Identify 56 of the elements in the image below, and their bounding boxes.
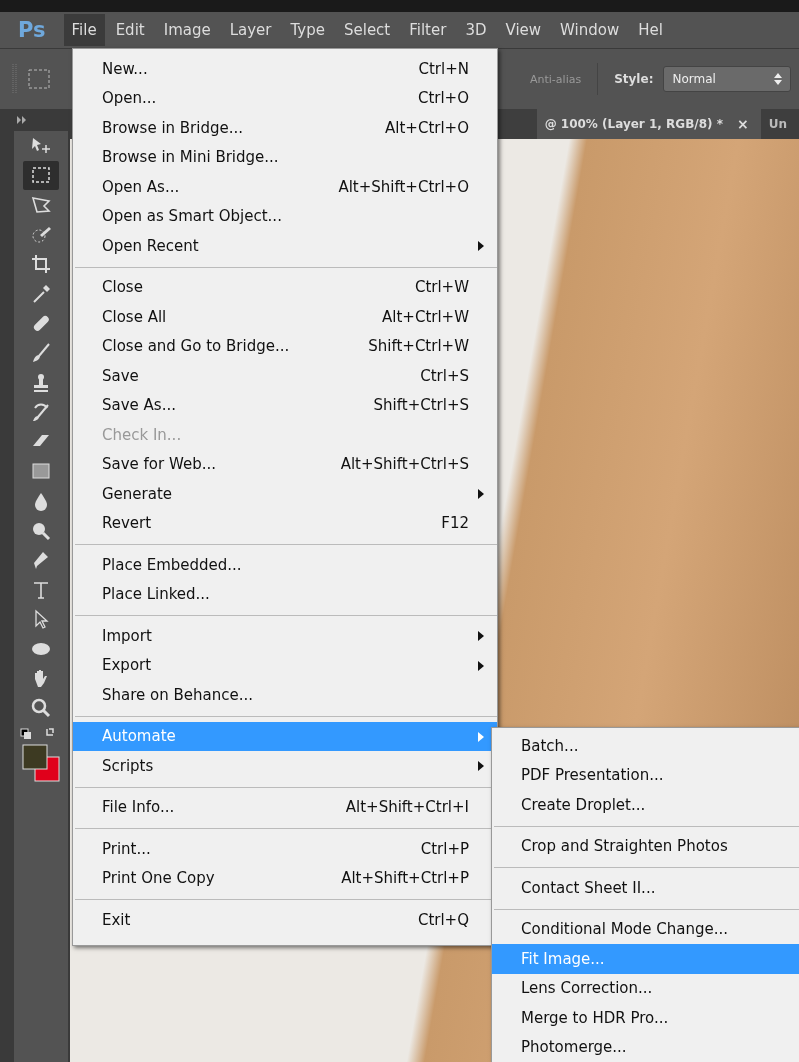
menu-item[interactable]: Create Droplet... <box>492 790 799 820</box>
menu-item[interactable]: Merge to HDR Pro... <box>492 1003 799 1033</box>
menu-item[interactable]: Place Linked... <box>73 579 497 609</box>
menu-item[interactable]: Close and Go to Bridge... Shift+Ctrl+W <box>73 331 497 361</box>
menu-item[interactable]: Place Embedded... <box>73 550 497 580</box>
submenu-arrow-icon <box>478 631 484 641</box>
menu-item[interactable]: Save As... Shift+Ctrl+S <box>73 390 497 420</box>
menu-item[interactable]: Browse in Mini Bridge... <box>73 142 497 172</box>
close-tab-icon[interactable]: × <box>736 116 749 132</box>
menu-item[interactable]: Open As... Alt+Shift+Ctrl+O <box>73 172 497 202</box>
menu-item[interactable]: Open Recent <box>73 231 497 261</box>
menu-item[interactable]: Close Ctrl+W <box>73 272 497 302</box>
menu-item[interactable]: Crop and Straighten Photos <box>492 831 799 861</box>
submenu-arrow-icon <box>478 660 484 671</box>
style-label: Style: <box>614 72 654 86</box>
menu-item[interactable]: Close All Alt+Ctrl+W <box>73 302 497 332</box>
menu-item[interactable]: Browse in Bridge... Alt+Ctrl+O <box>73 113 497 143</box>
menu-item[interactable]: Window <box>552 14 628 46</box>
menu-item[interactable]: Share on Behance... <box>73 680 497 710</box>
menu-item[interactable]: Import <box>73 621 497 651</box>
menu-item[interactable]: Layer <box>221 14 280 46</box>
submenu-arrow-icon <box>478 761 484 771</box>
document-tab[interactable]: @ 100% (Layer 1, RGB/8) * × <box>536 109 761 139</box>
menu-item[interactable]: Image <box>155 14 219 46</box>
submenu-arrow-icon <box>478 731 484 742</box>
menu-item[interactable]: Photomerge... <box>492 1032 799 1062</box>
submenu-arrow-icon <box>478 241 484 251</box>
menu-item[interactable]: Contact Sheet II... <box>492 873 799 903</box>
tab-title: @ 100% (Layer 1, RGB/8) * <box>544 117 723 131</box>
menu-item[interactable]: View <box>497 14 550 46</box>
up-down-arrows-icon <box>774 73 783 85</box>
menu-item[interactable]: PDF Presentation... <box>492 760 799 790</box>
menu-item[interactable]: 3D <box>457 14 495 46</box>
menu-item[interactable]: Export <box>73 650 497 680</box>
menu-item[interactable]: Open as Smart Object... <box>73 201 497 231</box>
menu-item[interactable]: Save Ctrl+S <box>73 361 497 391</box>
menu-item[interactable]: Select <box>335 14 399 46</box>
tab-title: Un <box>768 117 787 131</box>
menu-item[interactable]: New... Ctrl+N <box>73 54 497 84</box>
submenu-arrow-icon <box>478 489 484 499</box>
document-tab[interactable]: Un <box>760 109 799 139</box>
menu-item[interactable]: Type <box>282 14 333 46</box>
menu-item[interactable]: Generate <box>73 479 497 509</box>
marquee-tool-icon[interactable] <box>23 160 59 191</box>
menu-item[interactable]: Hel <box>630 14 671 46</box>
menu-item[interactable]: File <box>63 14 105 46</box>
menu-item[interactable]: Conditional Mode Change... <box>492 914 799 944</box>
style-dropdown[interactable]: Normal <box>663 66 792 92</box>
anti-alias-label: Anti-alias <box>530 72 582 86</box>
menu-item[interactable]: Filter <box>401 14 455 46</box>
menu-item[interactable]: Lens Correction... <box>492 973 799 1003</box>
menu-item[interactable]: Revert F12 <box>73 508 497 538</box>
expand-panel-icon[interactable] <box>17 116 27 124</box>
menu-item[interactable]: Save for Web... Alt+Shift+Ctrl+S <box>73 449 497 479</box>
menu-item[interactable]: Edit <box>107 14 153 46</box>
menu-item[interactable]: Open... Ctrl+O <box>73 83 497 113</box>
